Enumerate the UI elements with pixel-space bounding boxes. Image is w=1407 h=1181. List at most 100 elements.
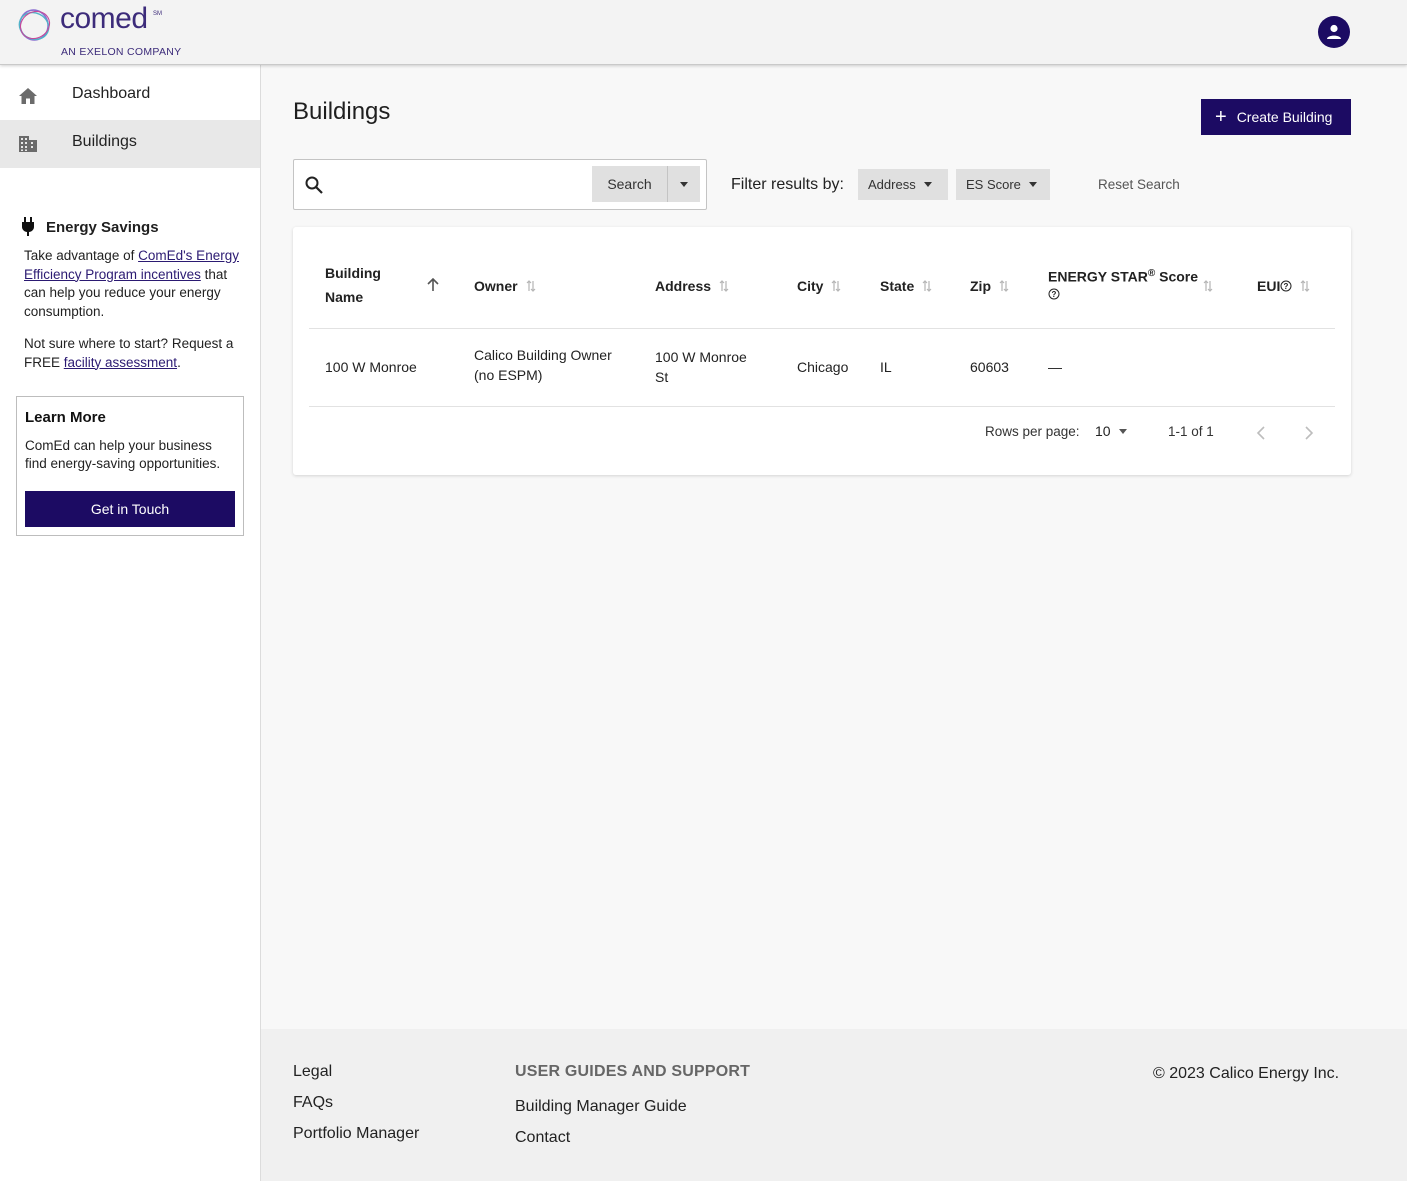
sidebar-item-dashboard[interactable]: Dashboard — [0, 72, 260, 120]
learn-more-text: ComEd can help your business find energy… — [25, 438, 221, 471]
footer-link-contact[interactable]: Contact — [515, 1129, 570, 1147]
column-header-state[interactable]: State — [880, 274, 932, 298]
cell-energy-star-score: — — [1048, 359, 1062, 375]
column-header-zip[interactable]: Zip — [970, 274, 1009, 298]
caret-down-icon — [1028, 182, 1037, 187]
caret-down-icon — [680, 181, 688, 187]
filter-es-score-dropdown[interactable]: ES Score — [956, 169, 1050, 200]
column-header-energy-star-score[interactable]: ENERGY STAR® Score ? — [1048, 263, 1218, 300]
sort-unsorted-icon — [999, 280, 1009, 292]
facility-assessment-link[interactable]: facility assessment — [64, 355, 177, 370]
column-header-line: Building — [325, 265, 381, 281]
cell-building-name[interactable]: 100 W Monroe — [325, 357, 417, 377]
sort-unsorted-icon — [922, 280, 932, 292]
column-header-city[interactable]: City — [797, 274, 841, 298]
plus-icon: + — [1215, 106, 1227, 128]
footer-link-building-manager-guide[interactable]: Building Manager Guide — [515, 1098, 687, 1116]
footer-link-faqs[interactable]: FAQs — [293, 1094, 333, 1112]
cell-owner: Calico Building Owner (no ESPM) — [474, 345, 612, 385]
table-divider — [309, 328, 1335, 329]
sort-unsorted-icon — [1203, 280, 1213, 292]
column-header-line: Score — [1155, 268, 1199, 285]
energy-savings-text: Take advantage of ComEd's Energy Efficie… — [24, 247, 245, 372]
user-guides-heading: USER GUIDES AND SUPPORT — [515, 1063, 751, 1080]
sort-unsorted-icon — [719, 280, 729, 292]
rows-per-page-value: 10 — [1095, 423, 1111, 439]
column-header-label: Owner — [474, 278, 518, 294]
filter-chip-label: Address — [868, 177, 916, 192]
sort-ascending-icon — [427, 278, 439, 291]
footer-link-portfolio-manager[interactable]: Portfolio Manager — [293, 1125, 419, 1143]
building-icon — [19, 136, 37, 152]
svg-text:?: ? — [1052, 290, 1057, 299]
cell-zip: 60603 — [970, 359, 1009, 375]
search-button[interactable]: Search — [592, 166, 667, 202]
savings-text-prefix: Take advantage of — [24, 248, 139, 263]
help-icon[interactable]: ? — [1280, 280, 1292, 292]
sidebar: Dashboard Buildings Energy Savings Take — [0, 65, 261, 1181]
column-header-label: State — [880, 278, 915, 294]
search-options-dropdown[interactable] — [667, 166, 700, 202]
energy-savings-title: Energy Savings — [46, 218, 159, 236]
filter-label: Filter results by: — [731, 176, 844, 193]
column-header-label: City — [797, 278, 824, 294]
next-page-button[interactable] — [1297, 421, 1321, 445]
get-in-touch-button[interactable]: Get in Touch — [25, 491, 235, 527]
help-icon[interactable]: ? — [1048, 288, 1060, 300]
create-building-label: Create Building — [1236, 109, 1333, 125]
reset-search-button[interactable]: Reset Search — [1090, 169, 1188, 200]
column-header-building-name[interactable]: Building Name — [325, 261, 440, 309]
svg-text:?: ? — [1284, 282, 1289, 291]
sort-unsorted-icon — [1300, 280, 1310, 292]
rows-per-page-label: Rows per page: — [985, 424, 1080, 439]
column-header-line: Name — [325, 289, 364, 305]
footer: Legal FAQs Portfolio Manager USER GUIDES… — [261, 1029, 1407, 1181]
sort-unsorted-icon — [832, 280, 841, 292]
cell-state: IL — [880, 359, 892, 375]
rows-per-page-select[interactable]: 10 — [1095, 423, 1127, 439]
search-box: Search — [293, 159, 707, 210]
column-header-label: Zip — [970, 278, 991, 294]
create-building-button[interactable]: + Create Building — [1201, 99, 1351, 135]
energy-savings-heading: Energy Savings — [20, 217, 245, 237]
pagination-range: 1-1 of 1 — [1168, 424, 1214, 439]
filter-address-dropdown[interactable]: Address — [858, 169, 948, 200]
cell-address: 100 W Monroe St — [655, 347, 747, 387]
home-icon — [19, 88, 37, 104]
chevron-right-icon — [1305, 426, 1314, 440]
column-header-owner[interactable]: Owner — [474, 274, 536, 298]
column-header-label: Address — [655, 278, 712, 294]
cell-address-line: St — [655, 369, 669, 385]
comed-logo[interactable]: comed SM AN EXELON COMPANY — [15, 2, 195, 60]
column-header-address[interactable]: Address — [655, 274, 729, 298]
plug-icon — [22, 217, 34, 236]
chevron-left-icon — [1256, 426, 1265, 440]
column-header-eui[interactable]: EUI ? — [1257, 274, 1310, 298]
learn-more-title: Learn More — [25, 409, 106, 426]
comed-logo-mark-icon — [18, 9, 51, 41]
buildings-table-card: Building Name Owner Address City State Z… — [293, 227, 1351, 475]
filter-chip-label: ES Score — [966, 177, 1021, 192]
page-title: Buildings — [293, 98, 391, 125]
top-header: comed SM AN EXELON COMPANY — [0, 0, 1407, 65]
cell-city: Chicago — [797, 359, 849, 375]
cell-owner-line: Calico Building Owner — [474, 347, 612, 363]
caret-down-icon — [1118, 428, 1127, 434]
previous-page-button[interactable] — [1249, 421, 1273, 445]
logo-tagline: AN EXELON COMPANY — [61, 46, 182, 58]
energy-savings-panel: Energy Savings Take advantage of ComEd's… — [20, 217, 245, 372]
copyright: © 2023 Calico Energy Inc. — [1153, 1065, 1340, 1082]
account-avatar-button[interactable] — [1318, 16, 1350, 48]
learn-more-card: Learn More ComEd can help your business … — [16, 396, 244, 536]
search-icon — [305, 176, 323, 194]
sidebar-item-buildings[interactable]: Buildings — [0, 120, 260, 168]
caret-down-icon — [923, 182, 932, 187]
account-circle-icon — [1327, 24, 1341, 39]
footer-link-legal[interactable]: Legal — [293, 1063, 332, 1081]
sidebar-item-label: Buildings — [72, 133, 137, 150]
assessment-text-suffix: . — [177, 354, 181, 370]
cell-address-line: 100 W Monroe — [655, 349, 747, 365]
search-input[interactable] — [330, 170, 580, 200]
sort-unsorted-icon — [526, 280, 536, 292]
logo-wordmark: comed — [60, 2, 148, 35]
